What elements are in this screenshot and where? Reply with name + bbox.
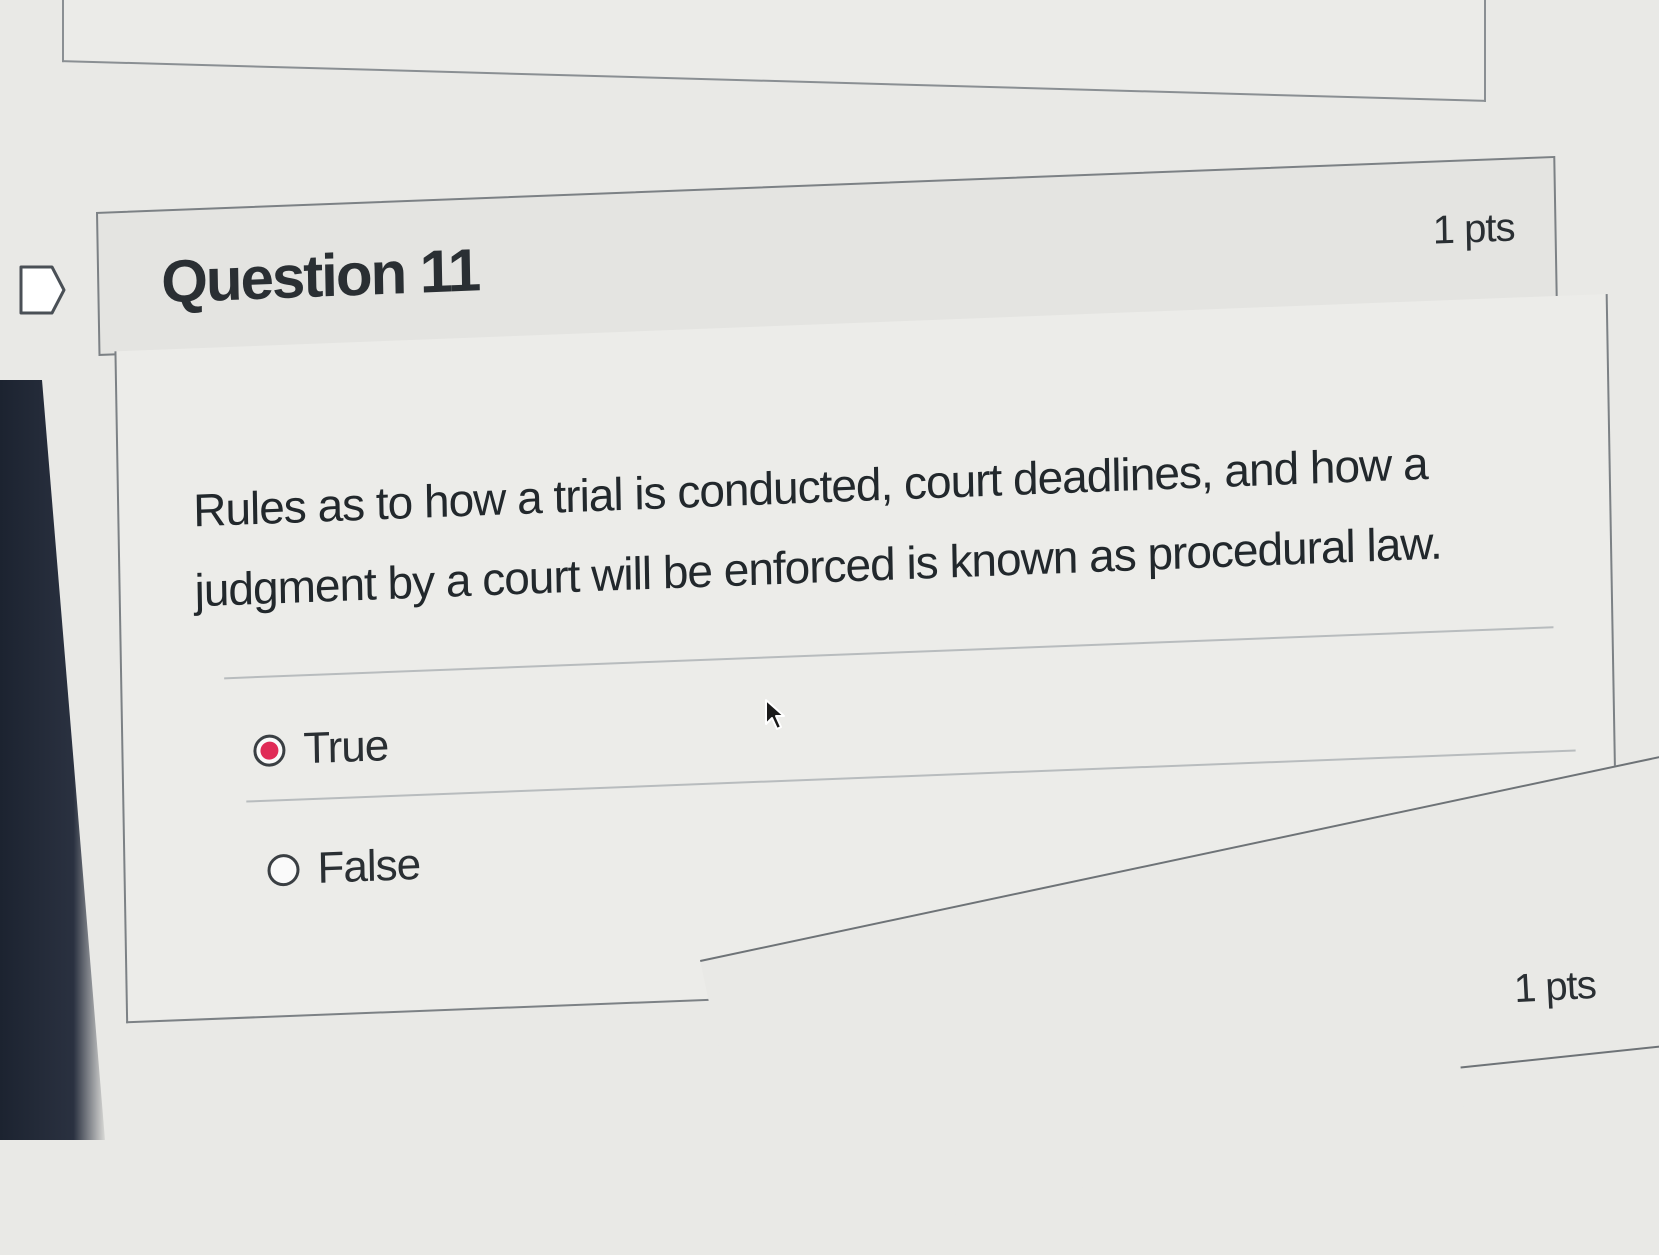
flag-question-icon[interactable] bbox=[18, 264, 68, 316]
answer-option-false[interactable]: False bbox=[267, 840, 420, 896]
previous-question-card bbox=[62, 0, 1486, 102]
question-points: 1 pts bbox=[1432, 205, 1515, 253]
mouse-pointer-icon bbox=[765, 699, 785, 730]
next-question-points: 1 pts bbox=[1512, 962, 1597, 1012]
answer-option-true[interactable]: True bbox=[253, 721, 389, 776]
question-title: Question 11 bbox=[160, 236, 480, 316]
radio-button-false[interactable] bbox=[267, 853, 300, 887]
radio-button-true[interactable] bbox=[253, 734, 286, 768]
monitor-bezel bbox=[0, 380, 105, 1140]
answer-label-false: False bbox=[317, 839, 421, 893]
answer-label-true: True bbox=[302, 721, 389, 774]
